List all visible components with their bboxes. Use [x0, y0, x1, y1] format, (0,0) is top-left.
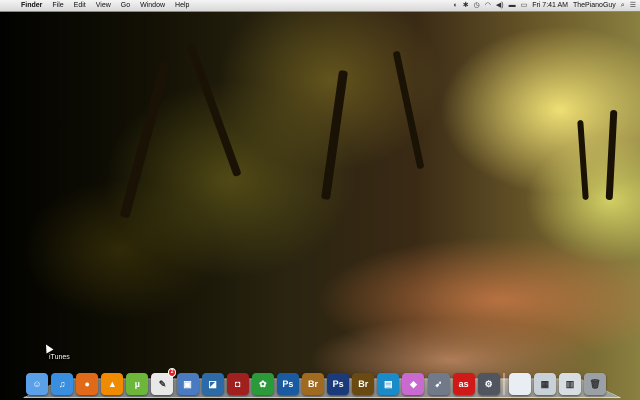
rocket-glyph: ➹ — [434, 378, 443, 389]
spotlight-icon[interactable]: ⌕ — [621, 0, 625, 11]
clock[interactable]: Fri 7:41 AM — [532, 0, 568, 11]
dock-photoshop-icon[interactable]: Ps — [276, 373, 299, 395]
app-gray-glyph: ⚙ — [484, 378, 493, 389]
dock-firefox-icon[interactable]: ● — [76, 373, 99, 395]
photoshop-2-glyph: Ps — [332, 379, 344, 389]
dock-tooltip: iTunes — [49, 354, 70, 361]
menu-extras: ◐ ✱ ◷ ◠ ◀) ▬ ▭ Fri 7:41 AM ThePianoGuy ⌕… — [449, 0, 636, 11]
dock-textedit-icon[interactable]: ✎ 2 — [151, 368, 177, 395]
app-colorful-glyph: ◆ — [409, 378, 417, 389]
menu-file[interactable]: File — [47, 0, 68, 11]
dock-vlc-icon[interactable]: ▲ — [101, 373, 124, 395]
dock-photo-booth-icon[interactable]: ◘ — [226, 373, 249, 395]
wifi-icon[interactable]: ◠ — [485, 0, 491, 11]
menu-go[interactable]: Go — [116, 0, 135, 11]
flag-icon[interactable]: ▬ — [509, 0, 516, 11]
photoshop-glyph: Ps — [282, 379, 294, 389]
trash-glyph: 🗑 — [589, 378, 601, 389]
photo-booth-glyph: ◘ — [235, 379, 241, 389]
dock-folder-icon[interactable] — [508, 373, 531, 395]
bluetooth-icon[interactable]: ✱ — [463, 0, 469, 11]
finder-glyph: ☺ — [32, 379, 42, 389]
downloads-glyph: ▦ — [540, 378, 550, 389]
notifications-icon[interactable]: ☰ — [630, 0, 636, 11]
bridge-glyph: Br — [308, 379, 319, 389]
dock-separator — [502, 373, 505, 395]
dock-bridge-icon[interactable]: Br — [302, 373, 325, 395]
preview-glyph: ▣ — [183, 378, 192, 389]
dock-documents-icon[interactable]: ▥ — [558, 373, 581, 395]
firefox-glyph: ● — [84, 379, 90, 389]
lastfm-glyph: as — [458, 379, 469, 389]
bridge-2-glyph: Br — [358, 379, 369, 389]
dock-lastfm-icon[interactable]: as — [452, 373, 475, 395]
status-app-icon[interactable]: ◐ — [454, 0, 458, 11]
volume-icon[interactable]: ◀) — [496, 0, 504, 11]
dock: ☺ ♫ ● ▲ µ ✎ 2 ▣ ◪ ◘ ✿ Ps Br Ps Br ▤ ◆ ➹ as ⚙ ▦ ▥ 🗑 — [26, 368, 609, 395]
itunes-glyph: ♫ — [58, 379, 66, 389]
dock-rocket-icon[interactable]: ➹ — [427, 373, 450, 395]
dock-photoshop-2-icon[interactable]: Ps — [327, 373, 350, 395]
menu-edit[interactable]: Edit — [69, 0, 91, 11]
textedit-glyph: ✎ — [158, 378, 167, 389]
menu-window[interactable]: Window — [135, 0, 170, 11]
menu-help[interactable]: Help — [170, 0, 194, 11]
user-name[interactable]: ThePianoGuy — [573, 0, 616, 11]
menu-view[interactable]: View — [91, 0, 116, 11]
documents-glyph: ▥ — [565, 378, 575, 389]
app-green-glyph: ✿ — [259, 378, 267, 389]
dock-app-blue-icon[interactable]: ▤ — [377, 373, 400, 395]
battery-icon[interactable]: ▭ — [521, 0, 528, 11]
notification-badge: 2 — [167, 368, 177, 377]
desktop-wallpaper — [0, 0, 640, 400]
dock-iphoto-icon[interactable]: ◪ — [201, 373, 224, 395]
dock-downloads-icon[interactable]: ▦ — [533, 373, 556, 395]
dock-finder-icon[interactable]: ☺ — [26, 373, 48, 395]
dock-app-green-icon[interactable]: ✿ — [251, 373, 274, 395]
dock-app-gray-icon[interactable]: ⚙ — [477, 373, 500, 395]
time-machine-icon[interactable]: ◷ — [474, 0, 480, 11]
app-blue-glyph: ▤ — [384, 378, 393, 389]
utorrent-glyph: µ — [134, 379, 140, 389]
menu-bar: Finder File Edit View Go Window Help ◐ ✱… — [0, 0, 640, 12]
dock-bridge-2-icon[interactable]: Br — [352, 373, 375, 395]
menu-app-name[interactable]: Finder — [16, 0, 47, 11]
dock-preview-icon[interactable]: ▣ — [176, 373, 199, 395]
dock-app-colorful-icon[interactable]: ◆ — [402, 373, 425, 395]
dock-trash-icon[interactable]: 🗑 — [584, 373, 607, 395]
dock-utorrent-icon[interactable]: µ — [126, 373, 149, 395]
iphoto-glyph: ◪ — [208, 378, 217, 389]
dock-itunes-icon[interactable]: ♫ — [51, 373, 74, 395]
vlc-glyph: ▲ — [107, 379, 117, 389]
